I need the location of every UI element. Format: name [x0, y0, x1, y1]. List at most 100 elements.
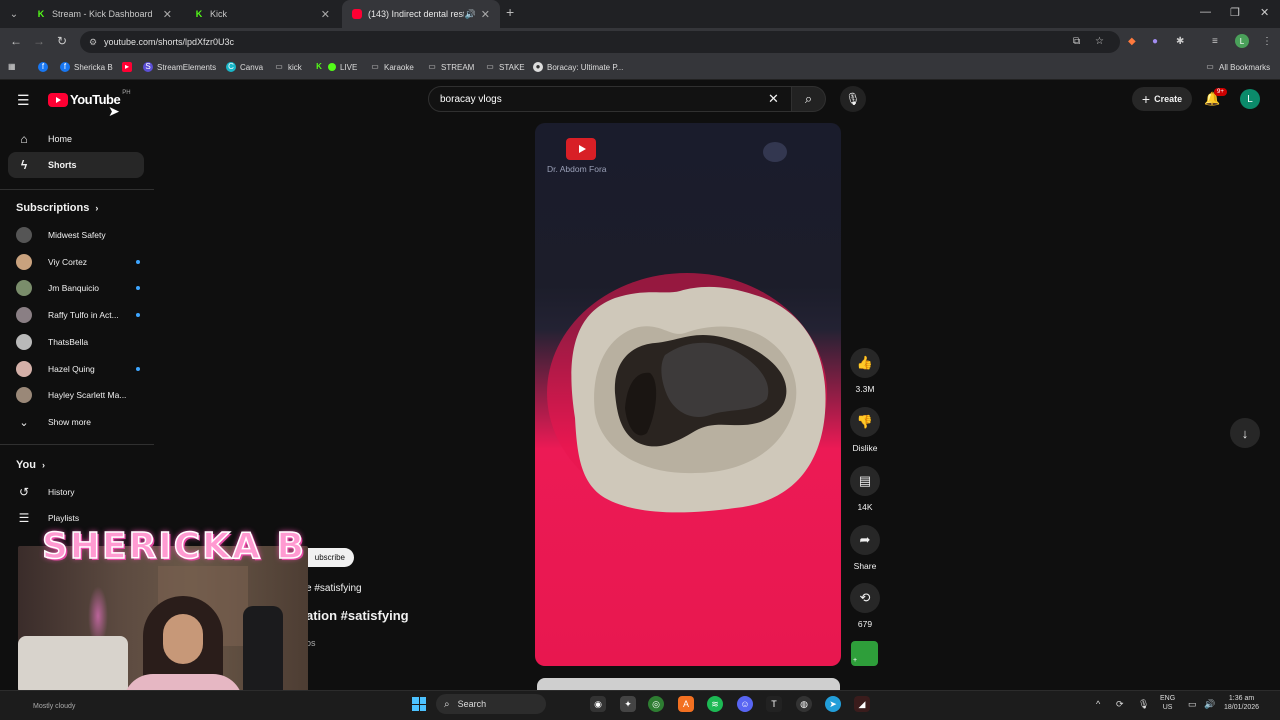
account-avatar[interactable]: L: [1240, 89, 1260, 109]
close-window-icon[interactable]: ✕: [1260, 6, 1269, 19]
remix-button[interactable]: ⟲ 679: [850, 583, 880, 629]
subscriptions-heading[interactable]: Subscriptions ›: [16, 202, 98, 214]
taskbar-search[interactable]: ⌕ Search: [436, 694, 546, 714]
streamelements-icon: S: [143, 62, 153, 72]
sound-thumbnail[interactable]: +: [851, 641, 878, 666]
bookmark-shericka[interactable]: f Shericka B: [60, 62, 113, 72]
bookmark-canva[interactable]: C Canva: [226, 62, 263, 72]
sidebar-subscription-item[interactable]: Midwest Safety: [16, 222, 140, 248]
apps-icon[interactable]: ▦: [8, 62, 16, 71]
install-app-icon[interactable]: ⧉: [1073, 36, 1080, 47]
video-title-fragment[interactable]: ation #satisfying: [306, 608, 409, 623]
sidebar-subscription-item[interactable]: Viy Cortez: [16, 249, 140, 275]
voice-search-button[interactable]: 🎙: [840, 86, 866, 112]
chevron-up-icon[interactable]: ^: [1096, 699, 1100, 709]
sidebar-subscription-item[interactable]: ThatsBella: [16, 329, 140, 355]
bookmark-facebook[interactable]: f: [38, 62, 52, 72]
sidebar-subscription-item[interactable]: Hazel Quing: [16, 356, 140, 382]
you-heading[interactable]: You ›: [16, 459, 45, 471]
share-button[interactable]: ➦ Share: [850, 525, 880, 571]
close-tab-icon[interactable]: ✕: [163, 8, 172, 21]
bookmark-live[interactable]: K LIVE: [314, 62, 357, 72]
taskbar-app-icon[interactable]: A: [678, 696, 694, 712]
tab-kick[interactable]: K Kick ✕: [184, 0, 340, 28]
show-more-button[interactable]: ⌄ Show more: [16, 409, 140, 435]
sidebar-item-shorts[interactable]: ϟ Shorts: [8, 152, 144, 178]
reload-icon[interactable]: ↻: [57, 34, 67, 48]
short-video-player[interactable]: [535, 123, 841, 666]
folder-icon: ▭: [1206, 62, 1214, 71]
sidebar-item-history[interactable]: ↺ History: [16, 479, 140, 505]
chrome-profile-avatar[interactable]: L: [1235, 34, 1249, 48]
bookmark-streamelements[interactable]: S StreamElements: [143, 62, 216, 72]
bookmark-boracay[interactable]: ● Boracay: Ultimate P...: [533, 62, 623, 72]
hamburger-menu-icon[interactable]: ☰: [17, 92, 30, 109]
restore-icon[interactable]: ❐: [1230, 6, 1240, 19]
bookmark-karaoke[interactable]: ▭ Karaoke: [370, 62, 414, 72]
media-control-icon[interactable]: ≡: [1212, 36, 1218, 47]
weather-widget[interactable]: Mostly cloudy: [33, 703, 75, 710]
like-count: 3.3M: [855, 384, 875, 394]
comments-button[interactable]: ▤ 14K: [850, 466, 880, 512]
bookmark-star-icon[interactable]: ☆: [1095, 36, 1104, 47]
taskbar-app-icon[interactable]: T: [766, 696, 782, 712]
dislike-button[interactable]: 👎 Dislike: [850, 407, 880, 453]
discord-icon[interactable]: ☺: [737, 696, 753, 712]
chrome-menu-icon[interactable]: ⋮: [1262, 36, 1272, 47]
subscription-label: Raffy Tulfo in Act...: [48, 310, 119, 321]
mouse-pointer-icon: ➤: [108, 103, 120, 119]
bookmark-stake[interactable]: ▭ STAKE: [485, 62, 524, 72]
sidebar-subscription-item[interactable]: Hayley Scarlett Ma...: [16, 382, 140, 408]
create-button[interactable]: + Create: [1132, 87, 1192, 111]
bookmarks-bar: ▦ f f Shericka B ▸ S StreamElements C Canva…: [0, 56, 1280, 80]
forward-icon[interactable]: →: [33, 34, 45, 48]
taskbar-app-icon[interactable]: ✦: [620, 696, 636, 712]
new-tab-icon[interactable]: +: [506, 4, 514, 20]
sidebar-item-home[interactable]: ⌂ Home: [8, 126, 144, 152]
tab-search-icon[interactable]: ⌄: [5, 5, 23, 23]
search-input[interactable]: boracay vlogs: [428, 86, 792, 112]
all-bookmarks[interactable]: ▭ All Bookmarks: [1205, 62, 1270, 72]
telegram-icon[interactable]: ➤: [825, 696, 841, 712]
sidebar-subscription-item[interactable]: Raffy Tulfo in Act...: [16, 302, 140, 328]
youtube-play-icon: [48, 92, 68, 107]
back-icon[interactable]: ←: [10, 34, 22, 48]
extensions-icon[interactable]: ✱: [1176, 36, 1184, 47]
extension-fox-icon[interactable]: ◆: [1128, 36, 1136, 47]
network-icon[interactable]: ▭: [1188, 699, 1197, 710]
folder-icon: ▭: [275, 62, 283, 71]
channel-name[interactable]: Dr. Abdom Fora: [547, 164, 607, 174]
tab-youtube-short[interactable]: (143) Indirect dental restora 🔊 ✕: [342, 0, 500, 28]
bookmark-stream[interactable]: ▭ STREAM: [427, 62, 474, 72]
arrow-down-icon: ↓: [1241, 425, 1249, 441]
bookmark-kick-folder[interactable]: ▭ kick: [274, 62, 302, 72]
url-field[interactable]: ⚙ youtube.com/shorts/lpdXfzr0U3c: [80, 31, 1120, 53]
channel-logo[interactable]: [566, 138, 596, 160]
tray-app-icon[interactable]: ⟳: [1116, 699, 1124, 710]
taskbar-app-icon[interactable]: ◢: [854, 696, 870, 712]
tab-kick-dashboard[interactable]: K Stream - Kick Dashboard ✕: [26, 0, 182, 28]
sidebar-subscription-item[interactable]: Jm Banquicio: [16, 275, 140, 301]
taskbar-clock[interactable]: 1:36 am 18/01/2026: [1224, 694, 1259, 712]
volume-icon[interactable]: 🔊: [1204, 699, 1215, 710]
spotify-icon[interactable]: ≋: [707, 696, 723, 712]
clear-search-icon[interactable]: ✕: [768, 91, 779, 107]
search-button[interactable]: ⌕: [792, 86, 826, 112]
next-short-button[interactable]: ↓: [1230, 418, 1260, 448]
language-indicator[interactable]: ENG US: [1160, 694, 1175, 712]
close-tab-icon[interactable]: ✕: [481, 8, 490, 21]
microphone-icon[interactable]: 🎙: [1138, 699, 1149, 710]
chrome-icon[interactable]: ◎: [648, 696, 664, 712]
minimize-icon[interactable]: —: [1200, 6, 1211, 18]
bookmark-youtube[interactable]: ▸: [122, 62, 136, 72]
extension-cloud-icon[interactable]: ●: [1152, 36, 1158, 47]
windows-start-icon[interactable]: [412, 697, 426, 711]
taskbar-app-icon[interactable]: ◉: [590, 696, 606, 712]
folder-icon: ▭: [486, 62, 494, 71]
site-info-icon[interactable]: ⚙: [89, 37, 97, 48]
like-button[interactable]: 👍 3.3M: [850, 348, 880, 394]
close-tab-icon[interactable]: ✕: [321, 8, 330, 21]
speaker-icon[interactable]: 🔊: [465, 9, 476, 20]
next-short-preview[interactable]: [537, 678, 840, 690]
obs-icon[interactable]: ◍: [796, 696, 812, 712]
